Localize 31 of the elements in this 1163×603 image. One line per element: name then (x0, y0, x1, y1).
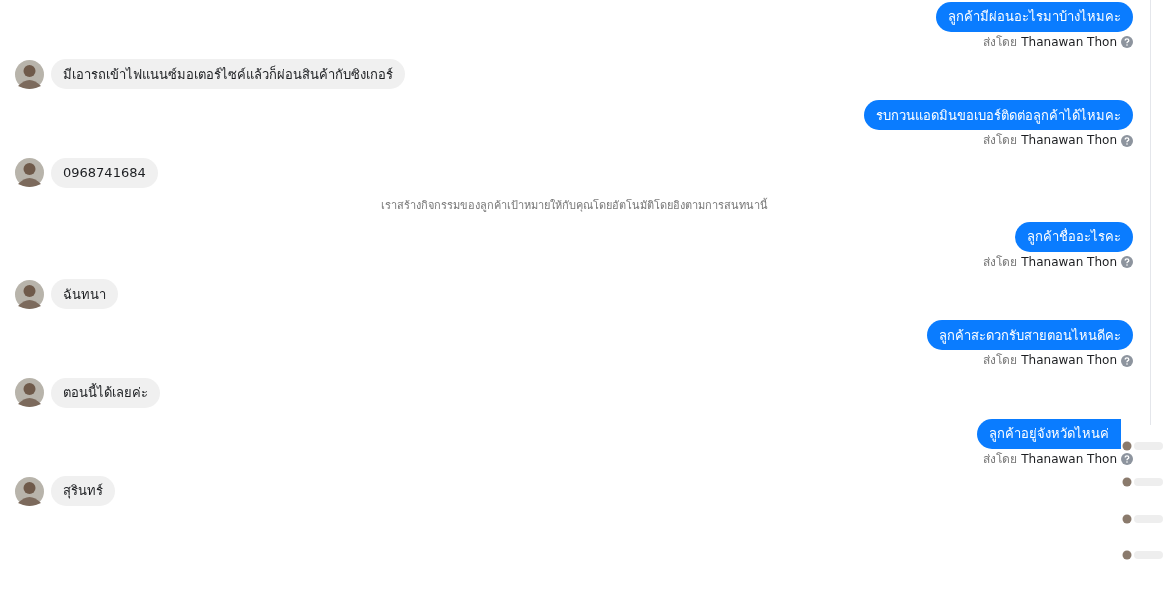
sent-by-label: ส่งโดย (983, 35, 1018, 50)
sent-by-label: ส่งโดย (983, 133, 1018, 148)
incoming-message: ตอนนี้ได้เลยค่ะ (51, 377, 160, 408)
incoming-message: ฉันทนา (51, 279, 118, 310)
outgoing-message: ลูกค้าชื่ออะไรคะ (1015, 221, 1133, 252)
sender-name: Thanawan Thon (1021, 353, 1117, 368)
avatar-icon (15, 59, 44, 89)
avatar-icon (15, 279, 44, 309)
incoming-message: สุรินทร์ (51, 476, 115, 507)
sender-name: Thanawan Thon (1021, 451, 1117, 467)
sent-by-label: ส่งโดย (983, 254, 1018, 270)
outgoing-message: ลูกค้าอยู่จังหวัดไหนค่ (977, 418, 1121, 449)
outgoing-message: ลูกค้าสะดวกรับสายตอนไหนดีคะ (927, 320, 1133, 351)
system-notice: เราสร้างกิจกรรมของลูกค้าเป้าหมายให้กับคุณโดยอัตโนมัติโดยอิงตามการสนทนานี้ (380, 198, 768, 212)
incoming-message: มีเอารถเข้าไฟแนนซ์มอเตอร์ไซค์แล้วก็ผ่อนสินค้ากับซิงเกอร์ (51, 59, 405, 90)
help-icon[interactable] (1121, 452, 1133, 465)
avatar-icon (15, 158, 44, 188)
help-icon[interactable] (1121, 256, 1133, 269)
help-icon[interactable] (1121, 36, 1133, 49)
sender-name: Thanawan Thon (1021, 133, 1117, 148)
incoming-message: 0968741684 (51, 157, 158, 188)
outgoing-message: ลูกค้ามีผ่อนอะไรมาบ้างไหมคะ (936, 2, 1133, 32)
sender-name: Thanawan Thon (1021, 254, 1117, 270)
outgoing-message: รบกวนแอดมินขอเบอร์ติดต่อลูกค้าได้ไหมคะ (864, 100, 1133, 131)
help-icon[interactable] (1121, 134, 1133, 147)
sender-name: Thanawan Thon (1021, 35, 1117, 50)
sent-by-label: ส่งโดย (983, 353, 1018, 368)
avatar-icon (15, 378, 44, 408)
help-icon[interactable] (1121, 354, 1133, 367)
avatar-icon (15, 476, 44, 506)
sent-by-label: ส่งโดย (983, 451, 1018, 467)
